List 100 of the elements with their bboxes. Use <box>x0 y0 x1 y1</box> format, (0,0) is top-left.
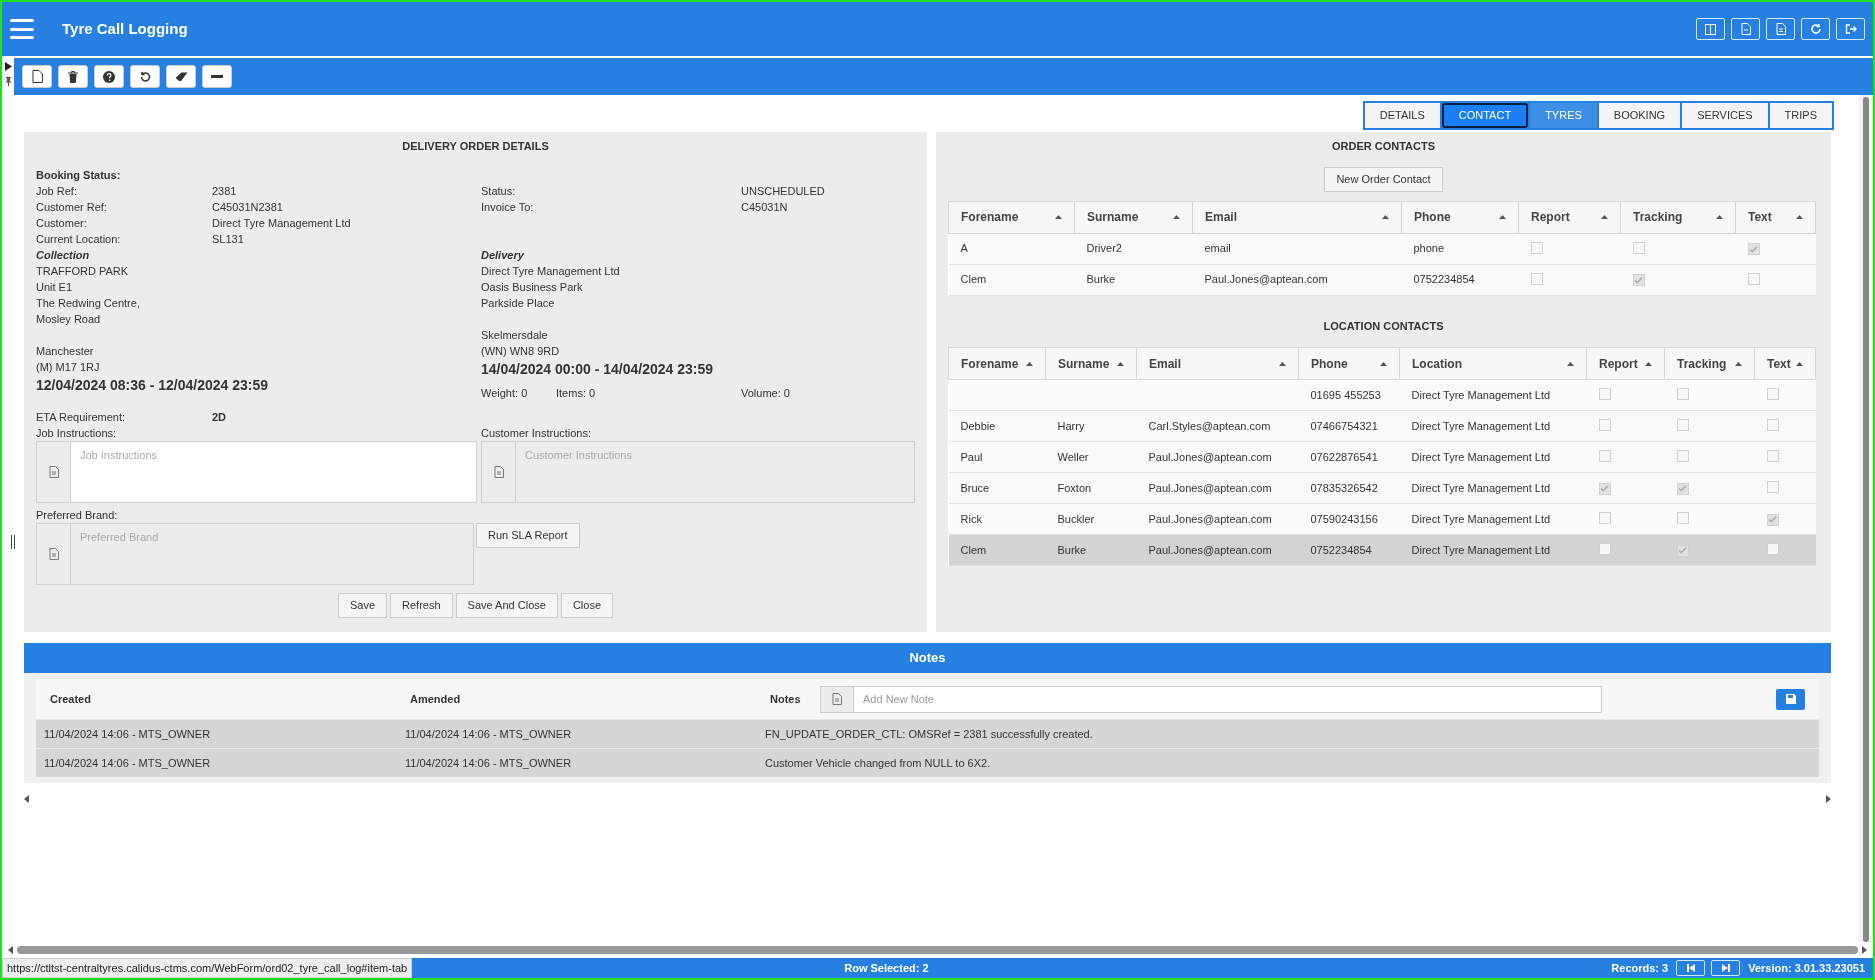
toolbar-button[interactable] <box>130 65 160 88</box>
save-button[interactable] <box>1776 688 1805 710</box>
header-button[interactable] <box>1731 18 1760 40</box>
header-button[interactable] <box>1836 18 1865 40</box>
tab[interactable]: BOOKING <box>1598 103 1681 128</box>
sort-icon[interactable] <box>1026 361 1033 366</box>
checkbox[interactable] <box>1676 388 1689 400</box>
sort-icon[interactable] <box>1796 215 1803 219</box>
table-row[interactable]: Clem Burke Paul.Jones@aptean.com 0752234854 Direct Tyre Management Ltd <box>948 534 1816 566</box>
form-button[interactable]: Save <box>338 593 388 618</box>
checkbox[interactable] <box>1632 241 1645 254</box>
tab[interactable]: SERVICES <box>1682 103 1768 128</box>
table-row[interactable]: Bruce Foxton Paul.Jones@aptean.com 07835326542 Direct Tyre Management Ltd <box>948 472 1816 504</box>
checkbox[interactable] <box>1766 513 1779 526</box>
form-button[interactable]: Refresh <box>390 593 453 618</box>
checkbox[interactable] <box>1766 543 1779 555</box>
horizontal-scrollbar[interactable] <box>17 946 1858 954</box>
table-row[interactable]: Debbie Harry Carl.Styles@aptean.com 07466754321 Direct Tyre Management Ltd <box>948 410 1816 442</box>
sort-icon[interactable] <box>1173 215 1180 219</box>
sort-icon[interactable] <box>1716 215 1723 219</box>
column-header[interactable]: Report <box>1518 201 1621 233</box>
column-header[interactable]: Report <box>1586 347 1665 380</box>
pin-icon[interactable] <box>4 77 12 86</box>
sort-icon[interactable] <box>1601 215 1608 219</box>
checkbox[interactable] <box>1747 243 1760 255</box>
tab[interactable]: DETAILS <box>1364 103 1440 128</box>
report-button[interactable]: Run SLA Report <box>476 523 580 548</box>
first-page-button[interactable] <box>1676 960 1706 976</box>
table-row[interactable]: Paul Weller Paul.Jones@aptean.com 07622876541 Direct Tyre Management Ltd <box>948 441 1816 473</box>
sort-icon[interactable] <box>1499 215 1506 219</box>
toolbar-button[interactable] <box>166 65 196 88</box>
expand-icon[interactable] <box>4 62 12 71</box>
checkbox[interactable] <box>1598 419 1611 431</box>
checkbox[interactable] <box>1598 388 1611 400</box>
column-header[interactable]: Email <box>1192 201 1402 233</box>
checkbox[interactable] <box>1747 272 1760 285</box>
table-row[interactable]: 01695 455253 Direct Tyre Management Ltd <box>948 379 1816 411</box>
form-button[interactable]: Save And Close <box>455 593 558 618</box>
toolbar-button[interactable] <box>94 65 124 88</box>
checkbox[interactable] <box>1766 481 1779 493</box>
table-row[interactable]: Rick Buckler Paul.Jones@aptean.com 07590243156 Direct Tyre Management Ltd <box>948 503 1816 535</box>
checkbox[interactable] <box>1598 543 1611 555</box>
scroll-left-icon[interactable] <box>24 795 29 803</box>
column-header[interactable]: Forename <box>948 201 1075 233</box>
column-header[interactable]: Location <box>1399 347 1587 380</box>
header-button[interactable] <box>1766 18 1795 40</box>
sort-icon[interactable] <box>1055 215 1062 219</box>
scroll-right-icon[interactable] <box>1826 795 1831 803</box>
checkbox[interactable] <box>1766 450 1779 462</box>
column-header[interactable]: Phone <box>1298 347 1400 380</box>
sort-icon[interactable] <box>1380 361 1387 366</box>
column-header[interactable]: Tracking <box>1620 201 1736 233</box>
notes-header: Notes <box>24 643 1831 673</box>
checkbox[interactable] <box>1530 272 1543 285</box>
header-button[interactable] <box>1696 18 1725 40</box>
sort-icon[interactable] <box>1382 215 1389 219</box>
column-header[interactable]: Surname <box>1074 201 1193 233</box>
columns-icon <box>1705 23 1716 35</box>
checkbox[interactable] <box>1676 512 1689 524</box>
column-header[interactable]: Email <box>1136 347 1299 380</box>
checkbox[interactable] <box>1766 388 1779 400</box>
toolbar-button[interactable] <box>58 65 88 88</box>
column-header[interactable]: Tracking <box>1664 347 1755 380</box>
sort-icon[interactable] <box>1796 361 1803 366</box>
toolbar-button[interactable] <box>202 65 232 88</box>
checkbox[interactable] <box>1598 482 1611 495</box>
splitter-handle[interactable] <box>11 535 15 549</box>
table-cell: Clem <box>948 534 1046 566</box>
last-page-button[interactable] <box>1711 960 1741 976</box>
header-button[interactable] <box>1801 18 1830 40</box>
sort-icon[interactable] <box>1567 361 1574 366</box>
checkbox[interactable] <box>1676 482 1689 495</box>
sort-icon[interactable] <box>1645 361 1652 366</box>
tab[interactable]: CONTACT <box>1441 103 1529 128</box>
table-cell: Foxton <box>1045 472 1137 504</box>
sort-icon[interactable] <box>1735 361 1742 366</box>
form-button[interactable]: Close <box>560 593 613 618</box>
checkbox[interactable] <box>1676 419 1689 431</box>
column-header[interactable]: Text <box>1735 201 1816 233</box>
checkbox[interactable] <box>1632 274 1645 286</box>
toolbar-button[interactable] <box>22 65 52 88</box>
checkbox[interactable] <box>1598 512 1611 524</box>
checkbox[interactable] <box>1676 544 1689 557</box>
column-header[interactable]: Text <box>1754 347 1816 380</box>
checkbox[interactable] <box>1530 241 1543 254</box>
vertical-scrollbar[interactable] <box>1859 95 1873 942</box>
sort-icon[interactable] <box>1117 361 1124 366</box>
sort-icon[interactable] <box>1279 361 1286 366</box>
table-cell: email <box>1192 233 1402 264</box>
menu-button[interactable] <box>10 19 34 39</box>
checkbox[interactable] <box>1676 450 1689 462</box>
column-header[interactable]: Phone <box>1401 201 1519 233</box>
new-contact-button[interactable]: New Order Contact <box>1324 166 1443 192</box>
column-header[interactable]: Surname <box>1045 347 1137 380</box>
column-header[interactable]: Forename <box>948 347 1046 380</box>
checkbox[interactable] <box>1766 419 1779 431</box>
tab[interactable]: TRIPS <box>1769 103 1832 128</box>
checkbox[interactable] <box>1598 450 1611 462</box>
scroll-right-icon[interactable] <box>1862 946 1867 954</box>
scroll-left-icon[interactable] <box>8 946 13 954</box>
